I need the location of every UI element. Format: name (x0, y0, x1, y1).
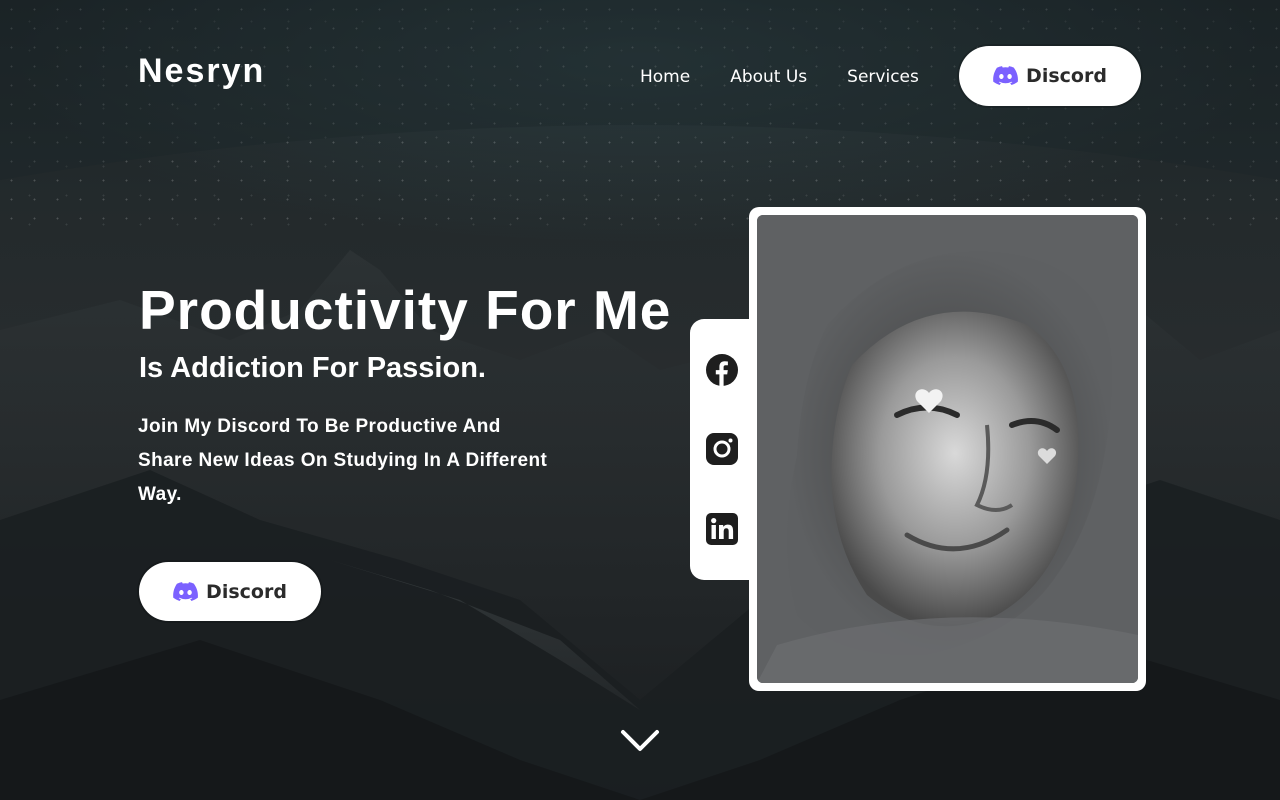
header-discord-button[interactable]: Discord (959, 46, 1141, 106)
site-logo[interactable]: Nesryn (138, 52, 265, 91)
hero-title: Productivity For Me (139, 279, 672, 341)
linkedin-icon[interactable] (706, 513, 738, 545)
profile-portrait-image (757, 215, 1138, 683)
discord-icon (173, 581, 198, 601)
header-discord-label: Discord (1026, 65, 1107, 87)
profile-photo (757, 215, 1138, 683)
hero-discord-button[interactable]: Discord (139, 562, 321, 621)
nav-about-us-link[interactable]: About Us (730, 66, 807, 88)
facebook-icon[interactable] (706, 354, 738, 386)
scroll-down-icon[interactable] (620, 728, 660, 754)
nav-home-link[interactable]: Home (640, 66, 690, 88)
nav-services-link[interactable]: Services (847, 66, 919, 88)
hero-discord-label: Discord (206, 580, 287, 603)
profile-photo-card (749, 207, 1146, 691)
hero-subtitle: Is Addiction For Passion. (139, 352, 486, 384)
main-nav: Home About Us Services (640, 66, 959, 88)
hero-description: Join My Discord To Be Productive And Sha… (138, 416, 548, 505)
discord-icon (993, 66, 1018, 85)
landing-page: Nesryn Home About Us Services Discord Pr… (0, 0, 1280, 800)
instagram-icon[interactable] (706, 433, 738, 465)
